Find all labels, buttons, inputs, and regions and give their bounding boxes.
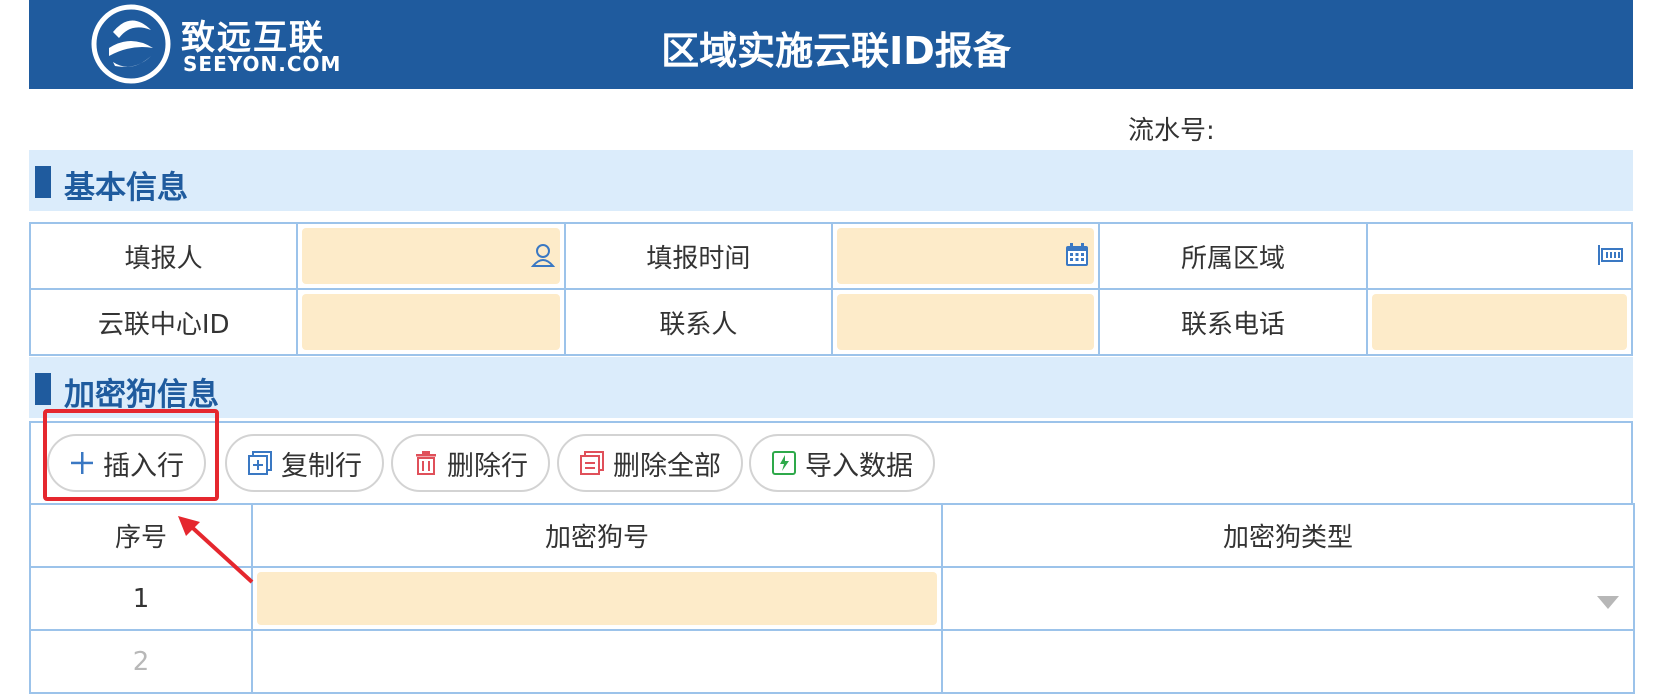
field-label: 所属区域 — [1098, 222, 1368, 290]
button-label: 复制行 — [281, 450, 362, 482]
import-icon — [772, 451, 796, 475]
dongle-number-field[interactable] — [251, 566, 943, 631]
reporter-field[interactable] — [296, 222, 566, 290]
delete-all-button[interactable]: 删除全部 — [557, 434, 743, 492]
cloud-center-id-field[interactable] — [296, 288, 566, 356]
basic-info-form: 填报人 填报时间 所属区域 云联中心ID 联系人 联系电话 — [28, 222, 1634, 356]
button-label: 删除全部 — [613, 450, 721, 482]
field-label: 填报人 — [28, 222, 299, 290]
copy-icon — [248, 451, 272, 475]
field-label: 联系电话 — [1098, 288, 1368, 356]
report-time-field[interactable] — [831, 222, 1101, 290]
serial-number-label: 流水号: — [1128, 116, 1215, 146]
page-header: 致远互联 SEEYON.COM 区域实施云联ID报备 — [29, 0, 1633, 89]
row-index: 2 — [29, 629, 253, 694]
table-row: 2 — [29, 629, 1635, 694]
field-label: 联系人 — [563, 288, 834, 356]
table-row: 1 — [29, 566, 1635, 631]
section-basic-info: 基本信息 — [29, 150, 1633, 211]
button-label: 导入数据 — [805, 450, 913, 482]
column-header: 加密狗类型 — [941, 503, 1635, 568]
dongle-type-select[interactable] — [941, 566, 1635, 631]
section-dongle-info: 加密狗信息 — [29, 357, 1633, 418]
delete-all-icon — [580, 451, 604, 475]
page-title: 区域实施云联ID报备 — [661, 29, 1011, 73]
person-icon[interactable] — [530, 242, 556, 268]
copy-row-button[interactable]: 复制行 — [225, 434, 384, 492]
dropdown-arrow-icon[interactable] — [1597, 596, 1619, 609]
import-data-button[interactable]: 导入数据 — [749, 434, 935, 492]
contact-person-field[interactable] — [831, 288, 1101, 356]
dongle-type-select[interactable] — [941, 629, 1635, 694]
insert-row-highlight-box — [43, 409, 219, 501]
section-title: 加密狗信息 — [64, 377, 219, 413]
annotation-arrow-icon — [178, 516, 254, 584]
table-header-row: 序号 加密狗号 加密狗类型 — [29, 503, 1635, 568]
section-marker — [35, 166, 51, 198]
table-toolbar: 插入行 复制行 删除行 删除全部 导入数据 — [29, 421, 1633, 503]
calendar-icon[interactable] — [1064, 242, 1090, 268]
delete-row-button[interactable]: 删除行 — [391, 434, 550, 492]
dongle-number-field[interactable] — [251, 629, 943, 694]
contact-phone-field[interactable] — [1365, 288, 1634, 356]
column-header: 加密狗号 — [251, 503, 943, 568]
form-row: 填报人 填报时间 所属区域 — [28, 222, 1634, 290]
region-field[interactable] — [1365, 222, 1634, 290]
section-marker — [35, 373, 51, 405]
field-label: 填报时间 — [563, 222, 834, 290]
dongle-table: 序号 加密狗号 加密狗类型 1 2 — [29, 503, 1635, 694]
selector-icon[interactable] — [1597, 242, 1623, 268]
section-title: 基本信息 — [64, 170, 188, 206]
field-label: 云联中心ID — [28, 288, 299, 356]
form-row: 云联中心ID 联系人 联系电话 — [28, 288, 1634, 356]
trash-icon — [416, 451, 436, 475]
button-label: 删除行 — [447, 450, 528, 482]
